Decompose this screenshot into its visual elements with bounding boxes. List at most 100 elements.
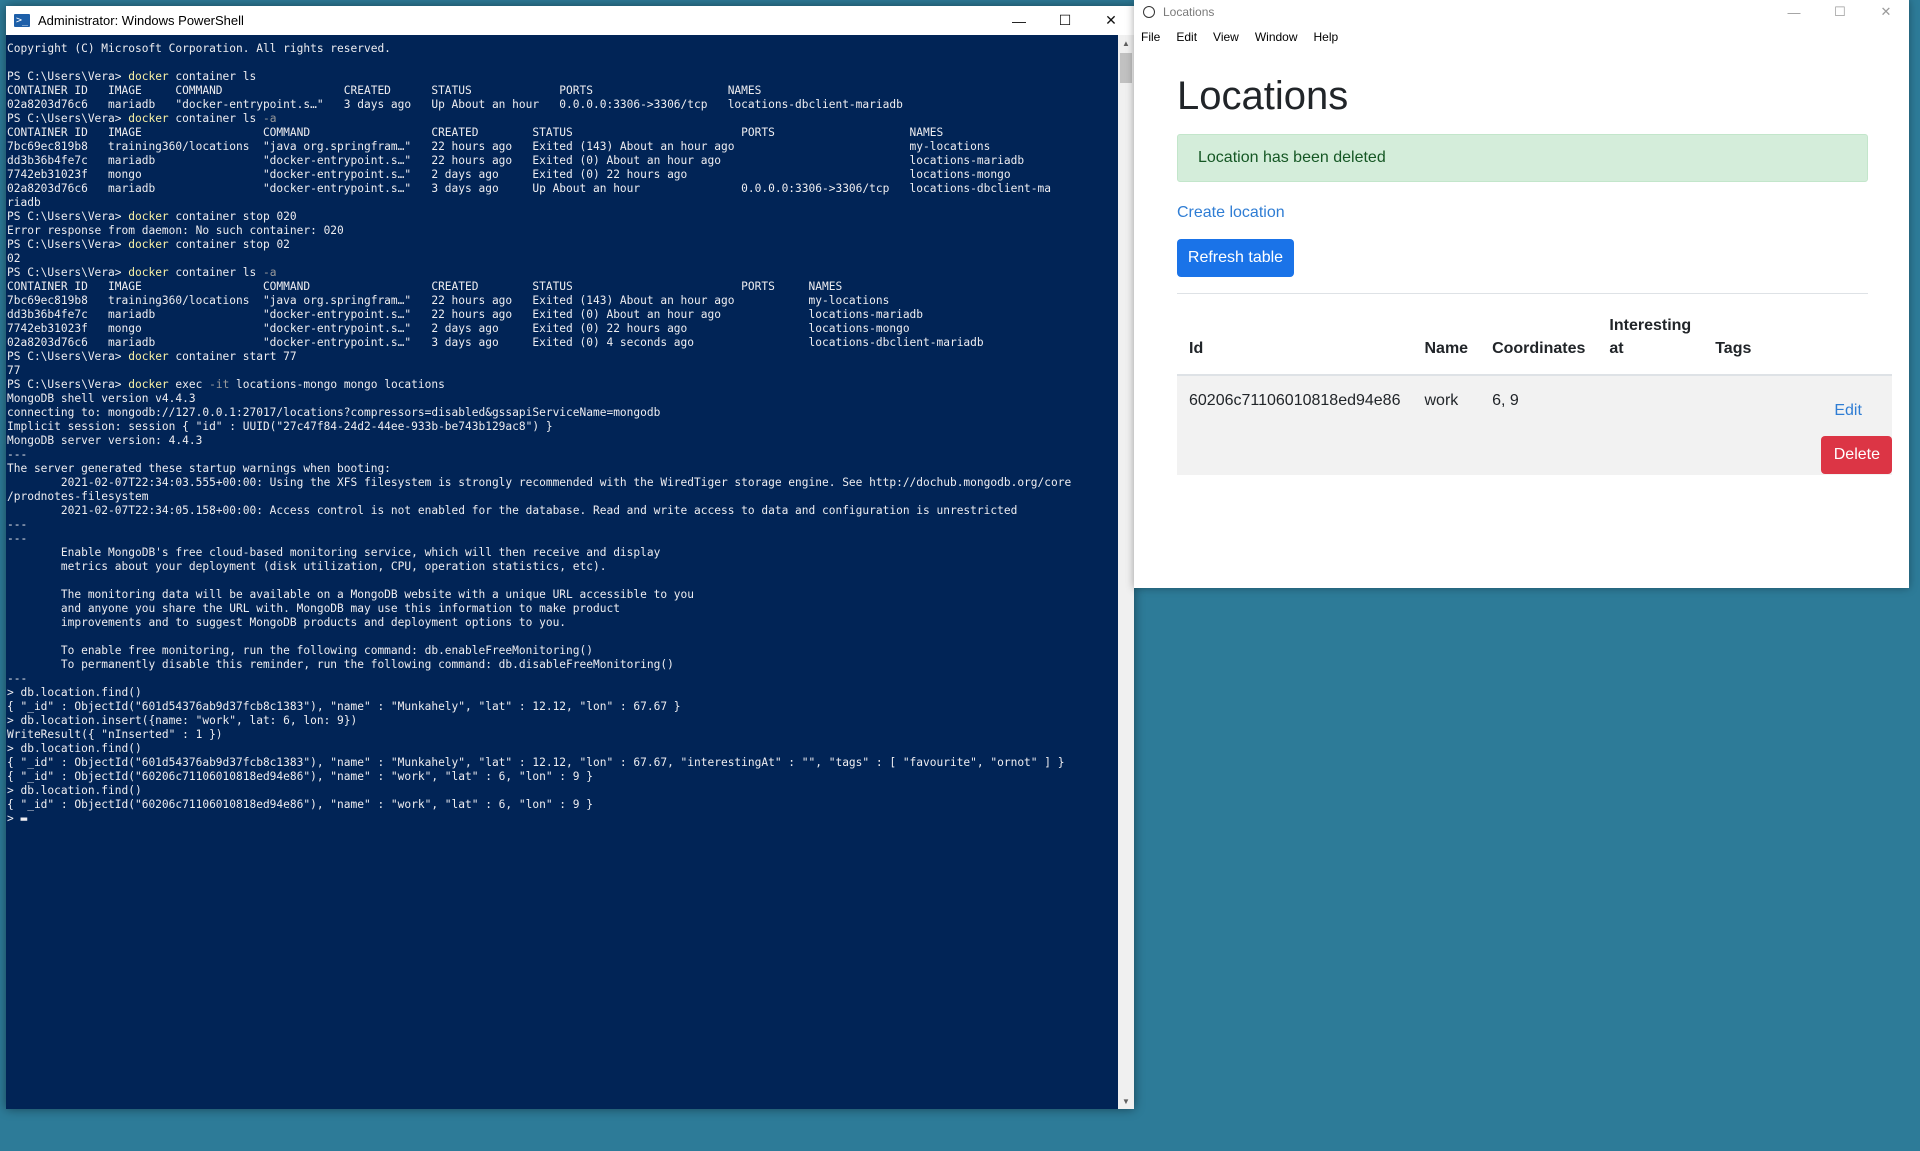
terminal-scrollbar[interactable]: ▲ ▼ (1118, 35, 1134, 1109)
edit-link[interactable]: Edit (1834, 402, 1892, 420)
create-location-link[interactable]: Create location (1177, 204, 1868, 222)
powershell-titlebar[interactable]: >_ Administrator: Windows PowerShell — ☐… (6, 6, 1134, 35)
terminal-line: dd3b36b4fe7c mariadb "docker-entrypoint.… (7, 154, 1025, 167)
terminal-line: riadb (7, 196, 41, 209)
terminal-line: 02 (7, 252, 21, 265)
table-header-row: Id Name Coordinates Interesting at Tags (1177, 304, 1893, 376)
locations-window-title: Locations (1163, 5, 1215, 19)
header-tags: Tags (1703, 304, 1764, 376)
terminal-text: Copyright (C) Microsoft Corporation. All… (6, 35, 1118, 826)
terminal-line: 7bc69ec819b8 training360/locations "java… (7, 140, 991, 153)
terminal-line: --- (7, 448, 28, 461)
terminal-line: > db.location.find() (7, 686, 142, 699)
terminal-line: Implicit session: session { "id" : UUID(… (7, 420, 553, 433)
terminal-line: PS C:\Users\Vera> docker container stop … (7, 238, 290, 251)
locations-table: Id Name Coordinates Interesting at Tags … (1177, 304, 1893, 475)
menu-help[interactable]: Help (1314, 30, 1339, 44)
terminal-line: CONTAINER ID IMAGE COMMAND CREATED STATU… (7, 126, 944, 139)
terminal-line: > ▬ (7, 812, 28, 825)
terminal-line: To enable free monitoring, run the follo… (7, 644, 593, 657)
menu-file[interactable]: File (1141, 30, 1160, 44)
page-content: Locations Location has been deleted Crea… (1177, 50, 1893, 475)
terminal-line: The server generated these startup warni… (7, 462, 391, 475)
maximize-button[interactable]: ☐ (1817, 0, 1863, 24)
command-flag: -a (262, 112, 277, 125)
terminal-line: PS C:\Users\Vera> docker exec -it locati… (7, 378, 445, 391)
success-alert: Location has been deleted (1177, 134, 1868, 182)
terminal-line: --- (7, 672, 28, 685)
command-keyword: docker (128, 210, 169, 223)
terminal-line: /prodnotes-filesystem (7, 490, 149, 503)
terminal-line: The monitoring data will be available on… (7, 588, 695, 601)
command-keyword: docker (128, 238, 169, 251)
terminal-line: MongoDB shell version v4.4.3 (7, 392, 196, 405)
command-keyword: docker (128, 378, 169, 391)
cell-coordinates: 6, 9 (1492, 392, 1519, 409)
scroll-down-arrow-icon[interactable]: ▼ (1118, 1093, 1134, 1109)
terminal-line: { "_id" : ObjectId("60206c71106010818ed9… (7, 770, 593, 783)
terminal-line: To permanently disable this reminder, ru… (7, 658, 674, 671)
powershell-title: Administrator: Windows PowerShell (38, 13, 244, 28)
cell-tags (1703, 375, 1763, 475)
minimize-button[interactable]: — (1771, 0, 1817, 24)
command-keyword: docker (128, 266, 169, 279)
delete-button[interactable]: Delete (1821, 436, 1893, 474)
text-cursor: ▬ (20, 812, 28, 825)
terminal-line: WriteResult({ "nInserted" : 1 }) (7, 728, 223, 741)
command-keyword: docker (128, 350, 169, 363)
command-keyword: docker (128, 70, 169, 83)
refresh-table-button[interactable]: Refresh table (1177, 239, 1294, 277)
terminal-line: 2021-02-07T22:34:03.555+00:00: Using the… (7, 476, 1072, 489)
header-coordinates: Coordinates (1480, 304, 1598, 376)
terminal-line: Copyright (C) Microsoft Corporation. All… (7, 42, 391, 55)
cell-actions: Edit Delete (1763, 375, 1893, 475)
menu-view[interactable]: View (1213, 30, 1239, 44)
scroll-up-arrow-icon[interactable]: ▲ (1118, 35, 1134, 51)
terminal-line: and anyone you share the URL with. Mongo… (7, 602, 620, 615)
page-title: Locations (1177, 74, 1349, 118)
terminal-line: PS C:\Users\Vera> docker container ls (7, 70, 257, 83)
header-id: Id (1177, 304, 1413, 376)
header-name: Name (1412, 304, 1481, 376)
terminal-line: --- (7, 532, 28, 545)
command-flag: -a (262, 266, 277, 279)
command-keyword: docker (128, 112, 169, 125)
menubar: File Edit View Window Help (1134, 24, 1909, 50)
terminal-line: --- (7, 518, 28, 531)
locations-window: Locations — ☐ ✕ File Edit View Window He… (1134, 0, 1909, 588)
terminal-line: Error response from daemon: No such cont… (7, 224, 344, 237)
table-row: 60206c71106010818ed94e86 work 6, 9 Edit … (1177, 375, 1893, 475)
terminal-line: improvements and to suggest MongoDB prod… (7, 616, 567, 629)
terminal-line: 02a8203d76c6 mariadb "docker-entrypoint.… (7, 336, 984, 349)
terminal-output[interactable]: Copyright (C) Microsoft Corporation. All… (6, 35, 1118, 1109)
terminal-line: { "_id" : ObjectId("60206c71106010818ed9… (7, 798, 593, 811)
terminal-line: 2021-02-07T22:34:05.158+00:00: Access co… (7, 504, 1018, 517)
terminal-line: CONTAINER ID IMAGE COMMAND CREATED STATU… (7, 280, 843, 293)
scrollbar-thumb[interactable] (1120, 53, 1132, 83)
locations-titlebar[interactable]: Locations — ☐ ✕ (1134, 0, 1909, 24)
terminal-line: 02a8203d76c6 mariadb "docker-entrypoint.… (7, 182, 1051, 195)
terminal-line: 02a8203d76c6 mariadb "docker-entrypoint.… (7, 98, 903, 111)
terminal-line: { "_id" : ObjectId("601d54376ab9d37fcb8c… (7, 700, 681, 713)
terminal-line: 7bc69ec819b8 training360/locations "java… (7, 294, 890, 307)
menu-window[interactable]: Window (1255, 30, 1298, 44)
terminal-line: PS C:\Users\Vera> docker container start… (7, 350, 297, 363)
terminal-line: PS C:\Users\Vera> docker container ls -a (7, 266, 277, 279)
minimize-button[interactable]: — (996, 6, 1042, 35)
terminal-line: > db.location.insert({name: "work", lat:… (7, 714, 358, 727)
powershell-window: >_ Administrator: Windows PowerShell — ☐… (6, 6, 1134, 1109)
terminal-line: dd3b36b4fe7c mariadb "docker-entrypoint.… (7, 308, 924, 321)
terminal-line: > db.location.find() (7, 784, 142, 797)
terminal-line: MongoDB server version: 4.4.3 (7, 434, 203, 447)
terminal-line: PS C:\Users\Vera> docker container ls -a (7, 112, 277, 125)
maximize-button[interactable]: ☐ (1042, 6, 1088, 35)
menu-edit[interactable]: Edit (1176, 30, 1197, 44)
terminal-line: 7742eb31023f mongo "docker-entrypoint.s…… (7, 322, 910, 335)
terminal-line: CONTAINER ID IMAGE COMMAND CREATED STATU… (7, 84, 762, 97)
cell-name: work (1424, 392, 1459, 409)
close-button[interactable]: ✕ (1088, 6, 1134, 35)
terminal-line: PS C:\Users\Vera> docker container stop … (7, 210, 297, 223)
terminal-line: 77 (7, 364, 21, 377)
close-button[interactable]: ✕ (1863, 0, 1909, 24)
powershell-icon: >_ (14, 14, 30, 27)
